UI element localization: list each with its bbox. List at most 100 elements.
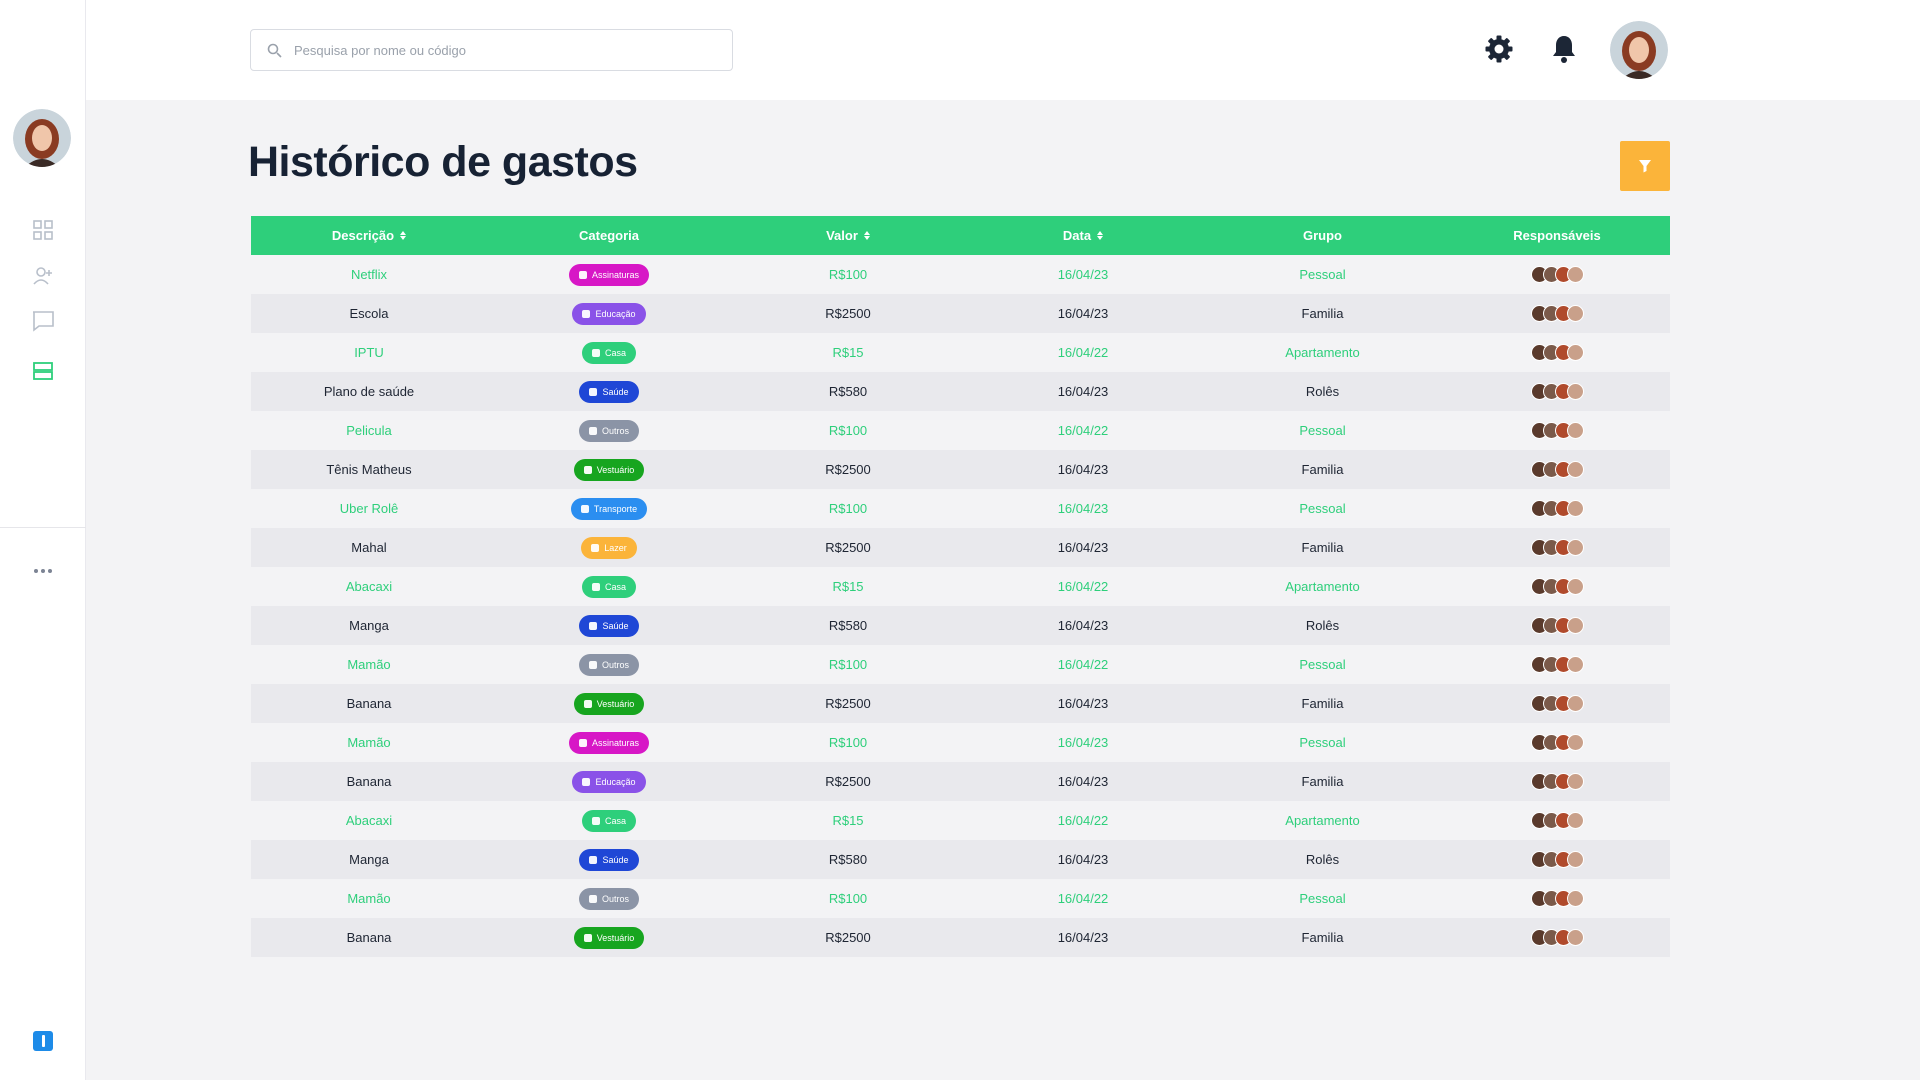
header-valor[interactable]: Valor [731, 228, 965, 243]
table-row[interactable]: Mamão Outros R$100 16/04/22 Pessoal [251, 879, 1670, 918]
category-badge[interactable]: Casa [581, 341, 636, 364]
table-row[interactable]: Abacaxi Casa R$15 16/04/22 Apartamento [251, 801, 1670, 840]
avatar-group[interactable] [1530, 422, 1584, 439]
cell-valor: R$100 [828, 891, 868, 906]
cell-responsaveis [1444, 734, 1670, 751]
search-box[interactable] [250, 29, 733, 71]
avatar-group[interactable] [1530, 617, 1584, 634]
category-badge[interactable]: Assinaturas [568, 263, 650, 286]
table-row[interactable]: Plano de saúde Saúde R$580 16/04/23 Rolês [251, 372, 1670, 411]
category-label: Assinaturas [591, 269, 640, 280]
cell-responsaveis [1444, 656, 1670, 673]
avatar-group[interactable] [1530, 773, 1584, 790]
list-icon[interactable] [29, 357, 57, 385]
search-icon [267, 43, 282, 58]
cell-descricao: Mamão [347, 891, 391, 906]
avatar-group[interactable] [1530, 383, 1584, 400]
avatar-group[interactable] [1530, 851, 1584, 868]
avatar-group[interactable] [1530, 305, 1584, 322]
header-descricao[interactable]: Descrição [251, 228, 487, 243]
table-row[interactable]: Mamão Outros R$100 16/04/22 Pessoal [251, 645, 1670, 684]
table-row[interactable]: Banana Vestuário R$2500 16/04/23 Familia [251, 684, 1670, 723]
avatar-group[interactable] [1530, 266, 1584, 283]
search-input[interactable] [294, 42, 714, 58]
table-row[interactable]: Netflix Assinaturas R$100 16/04/23 Pessoal [251, 255, 1670, 294]
cell-valor: R$100 [828, 501, 868, 516]
category-badge[interactable]: Saúde [579, 380, 639, 403]
table-row[interactable]: IPTU Casa R$15 16/04/22 Apartamento [251, 333, 1670, 372]
category-badge[interactable]: Educação [572, 302, 646, 325]
cell-data: 16/04/23 [1057, 696, 1109, 711]
category-badge[interactable]: Vestuário [573, 926, 645, 949]
category-label: Casa [604, 581, 626, 592]
category-badge[interactable]: Lazer [581, 536, 637, 559]
users-add-icon[interactable] [29, 262, 57, 290]
category-icon [591, 816, 600, 825]
avatar-group[interactable] [1530, 929, 1584, 946]
table-row[interactable]: Mahal Lazer R$2500 16/04/23 Familia [251, 528, 1670, 567]
table-row[interactable]: Escola Educação R$2500 16/04/23 Familia [251, 294, 1670, 333]
avatar-group[interactable] [1530, 695, 1584, 712]
avatar-group[interactable] [1530, 578, 1584, 595]
cell-categoria: Vestuário [487, 692, 731, 715]
header-grupo: Grupo [1303, 228, 1342, 243]
cell-descricao: Abacaxi [345, 579, 393, 594]
avatar-group[interactable] [1530, 812, 1584, 829]
avatar-group[interactable] [1530, 656, 1584, 673]
table-row[interactable]: Banana Vestuário R$2500 16/04/23 Familia [251, 918, 1670, 957]
cell-grupo: Familia [1301, 540, 1344, 555]
category-badge[interactable]: Outros [578, 653, 639, 676]
category-badge[interactable]: Outros [578, 887, 639, 910]
cell-categoria: Vestuário [487, 926, 731, 949]
category-label: Casa [604, 815, 626, 826]
cell-descricao: Abacaxi [345, 813, 393, 828]
cell-descricao: Mamão [347, 657, 391, 672]
cell-data: 16/04/22 [1057, 813, 1109, 828]
filter-button[interactable] [1620, 141, 1670, 191]
cell-descricao: Banana [346, 774, 392, 789]
settings-icon[interactable] [1483, 33, 1515, 65]
category-badge[interactable]: Casa [581, 809, 636, 832]
category-badge[interactable]: Educação [572, 770, 646, 793]
app-logo-icon[interactable] [33, 1031, 53, 1051]
category-badge[interactable]: Assinaturas [568, 731, 650, 754]
table-row[interactable]: Manga Saúde R$580 16/04/23 Rolês [251, 606, 1670, 645]
more-icon[interactable] [28, 562, 58, 580]
cell-data: 16/04/22 [1057, 891, 1109, 906]
category-badge[interactable]: Vestuário [573, 692, 645, 715]
category-badge[interactable]: Saúde [579, 614, 639, 637]
notification-bell-icon[interactable] [1548, 33, 1580, 65]
table-row[interactable]: Uber Rolê Transporte R$100 16/04/23 Pessoal [251, 489, 1670, 528]
chat-icon[interactable] [29, 307, 57, 335]
category-badge[interactable]: Saúde [579, 848, 639, 871]
category-label: Outros [601, 425, 629, 436]
avatar-group[interactable] [1530, 500, 1584, 517]
table-row[interactable]: Banana Educação R$2500 16/04/23 Familia [251, 762, 1670, 801]
header-data[interactable]: Data [965, 228, 1201, 243]
table-row[interactable]: Tênis Matheus Vestuário R$2500 16/04/23 Fami… [251, 450, 1670, 489]
table-row[interactable]: Manga Saúde R$580 16/04/23 Rolês [251, 840, 1670, 879]
sidebar-avatar[interactable] [13, 109, 71, 167]
category-badge[interactable]: Outros [578, 419, 639, 442]
avatar-group[interactable] [1530, 539, 1584, 556]
category-badge[interactable]: Vestuário [573, 458, 645, 481]
category-badge[interactable]: Casa [581, 575, 636, 598]
avatar-group[interactable] [1530, 734, 1584, 751]
category-badge[interactable]: Transporte [570, 497, 648, 520]
table-row[interactable]: Abacaxi Casa R$15 16/04/22 Apartamento [251, 567, 1670, 606]
user-avatar[interactable] [1610, 21, 1668, 79]
table-row[interactable]: Mamão Assinaturas R$100 16/04/23 Pessoal [251, 723, 1670, 762]
cell-data: 16/04/23 [1057, 501, 1109, 516]
cell-data: 16/04/23 [1057, 774, 1109, 789]
avatar-group[interactable] [1530, 461, 1584, 478]
avatar-group[interactable] [1530, 344, 1584, 361]
category-icon [589, 855, 598, 864]
avatar [1566, 734, 1584, 751]
table-row[interactable]: Pelicula Outros R$100 16/04/22 Pessoal [251, 411, 1670, 450]
dashboard-icon[interactable] [29, 216, 57, 244]
cell-valor: R$2500 [825, 930, 871, 945]
cell-grupo: Pessoal [1299, 657, 1346, 672]
page-title: Histórico de gastos [248, 138, 638, 186]
avatar-group[interactable] [1530, 890, 1584, 907]
cell-responsaveis [1444, 539, 1670, 556]
